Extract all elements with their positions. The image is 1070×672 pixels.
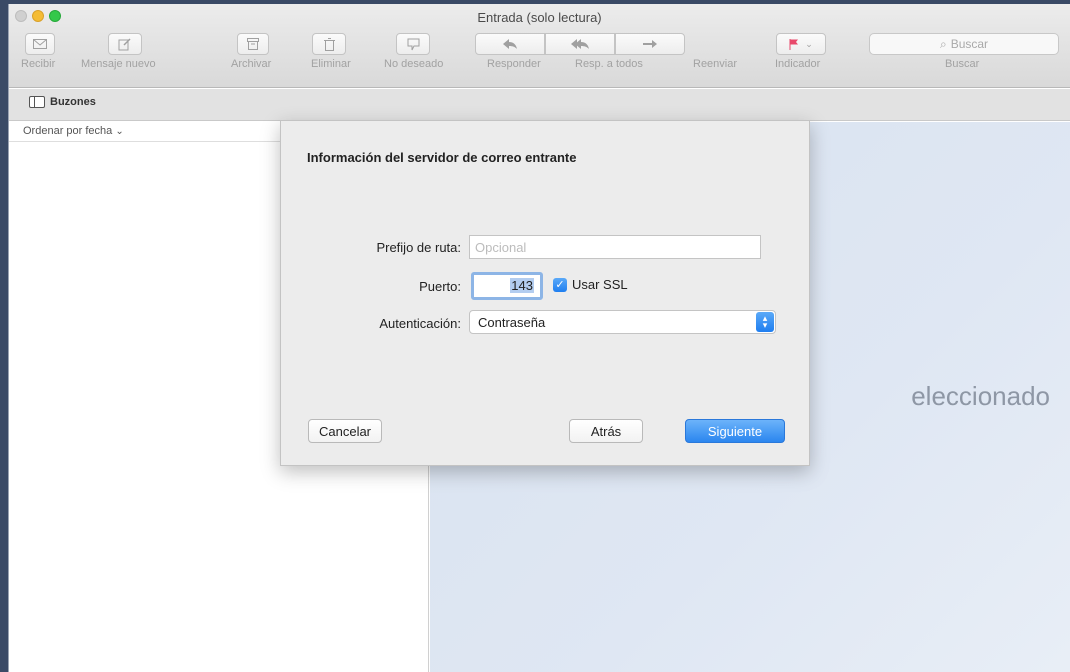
use-ssl-label: Usar SSL	[572, 277, 628, 292]
receive-button[interactable]	[25, 33, 55, 55]
port-value: 143	[510, 278, 534, 293]
sheet-title: Información del servidor de correo entra…	[307, 150, 577, 165]
reply-all-icon	[571, 39, 589, 49]
forward-icon	[643, 40, 657, 48]
junk-button[interactable]	[396, 33, 430, 55]
archive-icon	[247, 38, 259, 50]
delete-button[interactable]	[312, 33, 346, 55]
flag-button[interactable]: ⌄	[776, 33, 826, 55]
next-button[interactable]: Siguiente	[685, 419, 785, 443]
archive-button[interactable]	[237, 33, 269, 55]
port-label: Puerto:	[419, 279, 461, 294]
chevron-down-icon: ⌄	[115, 126, 124, 137]
port-field[interactable]: 143	[471, 272, 543, 300]
flag-icon	[789, 38, 799, 50]
reply-icon	[503, 39, 517, 49]
trash-icon	[323, 37, 335, 51]
authentication-select[interactable]: Contraseña ▴ ▾	[469, 310, 776, 334]
toolbar-area: Entrada (solo lectura) Recibir Mensaje n…	[9, 4, 1070, 88]
search-placeholder: Buscar	[950, 37, 989, 51]
mail-window: Entrada (solo lectura) Recibir Mensaje n…	[8, 4, 1070, 672]
reply-label: Responder	[487, 58, 541, 70]
path-prefix-label: Prefijo de ruta:	[376, 240, 461, 255]
authentication-label: Autenticación:	[379, 316, 461, 331]
archive-label: Archivar	[231, 58, 272, 70]
forward-button[interactable]	[615, 33, 685, 55]
reply-all-label: Resp. a todos	[575, 58, 643, 70]
authentication-value: Contraseña	[478, 315, 546, 330]
delete-label: Eliminar	[311, 58, 351, 70]
mailboxes-label: Buzones	[50, 96, 96, 108]
use-ssl-checkbox[interactable]: ✓ Usar SSL	[553, 277, 628, 292]
chevron-down-icon: ⌄	[805, 38, 813, 49]
forward-label: Reenviar	[693, 58, 738, 70]
envelope-icon	[33, 39, 47, 49]
junk-label: No deseado	[384, 58, 444, 70]
mailboxes-button[interactable]: Buzones	[29, 96, 96, 108]
window-title: Entrada (solo lectura)	[477, 10, 602, 25]
junk-icon	[407, 38, 419, 50]
compose-icon	[118, 38, 131, 51]
back-button[interactable]: Atrás	[569, 419, 643, 443]
receive-label: Recibir	[21, 58, 56, 70]
favorites-bar: Buzones	[9, 89, 1070, 121]
flag-label: Indicador	[775, 58, 821, 70]
reply-all-button[interactable]	[545, 33, 615, 55]
search-label: Buscar	[945, 58, 980, 70]
path-prefix-field[interactable]	[469, 235, 761, 259]
sidebar-icon	[29, 96, 45, 108]
incoming-server-sheet: Información del servidor de correo entra…	[280, 120, 810, 466]
search-input[interactable]: ⌕ Buscar	[869, 33, 1059, 55]
sort-label: Ordenar por fecha	[23, 125, 113, 137]
reply-button[interactable]	[475, 33, 545, 55]
checkmark-icon: ✓	[553, 277, 567, 292]
search-icon: ⌕	[939, 36, 947, 51]
new-message-label: Mensaje nuevo	[81, 58, 156, 70]
updown-arrows-icon: ▴ ▾	[756, 312, 774, 332]
new-message-button[interactable]	[108, 33, 142, 55]
cancel-button[interactable]: Cancelar	[308, 419, 382, 443]
